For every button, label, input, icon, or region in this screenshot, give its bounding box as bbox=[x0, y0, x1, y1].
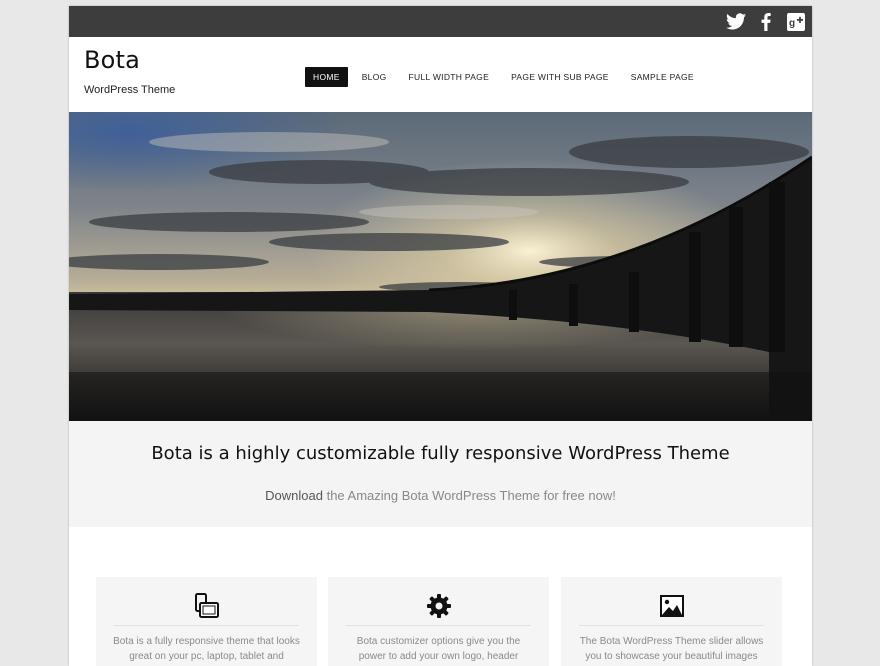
feature-divider bbox=[346, 625, 531, 626]
nav-item-sample-page[interactable]: SAMPLE PAGE bbox=[623, 67, 702, 87]
feature-customizer: Bota customizer options give you the pow… bbox=[328, 577, 549, 666]
top-social-bar: g bbox=[69, 6, 812, 37]
nav-item-page-with-sub-page[interactable]: PAGE WITH SUB PAGE bbox=[503, 67, 617, 87]
site-header: Bota WordPress Theme HOME BLOG FULL WIDT… bbox=[69, 37, 812, 107]
gear-icon bbox=[328, 591, 549, 621]
site-tagline: WordPress Theme bbox=[84, 84, 176, 96]
devices-icon bbox=[96, 591, 317, 621]
page-container: g Bota WordPress Theme HOME BLOG FULL WI… bbox=[69, 6, 812, 666]
features-section: Bota is a fully responsive theme that lo… bbox=[69, 527, 812, 666]
cta-subtitle: Download the Amazing Bota WordPress Them… bbox=[69, 488, 812, 503]
facebook-icon[interactable] bbox=[756, 12, 776, 32]
site-title[interactable]: Bota bbox=[84, 46, 140, 74]
twitter-icon[interactable] bbox=[726, 12, 746, 32]
nav-item-home[interactable]: HOME bbox=[305, 67, 348, 87]
cta-title: Bota is a highly customizable fully resp… bbox=[151, 443, 730, 464]
download-link[interactable]: Download bbox=[265, 488, 323, 503]
feature-divider bbox=[579, 625, 764, 626]
hero-slider-image bbox=[69, 112, 812, 421]
nav-item-blog[interactable]: BLOG bbox=[354, 67, 395, 87]
feature-responsive: Bota is a fully responsive theme that lo… bbox=[96, 577, 317, 666]
feature-divider bbox=[114, 625, 299, 626]
feature-slider: The Bota WordPress Theme slider allows y… bbox=[561, 577, 782, 666]
call-to-action: Bota is a highly customizable fully resp… bbox=[69, 421, 812, 527]
svg-text:g: g bbox=[789, 18, 795, 29]
main-navigation: HOME BLOG FULL WIDTH PAGE PAGE WITH SUB … bbox=[305, 67, 708, 87]
nav-item-full-width-page[interactable]: FULL WIDTH PAGE bbox=[401, 67, 498, 87]
google-plus-icon[interactable]: g bbox=[786, 12, 806, 32]
cta-subtitle-text: the Amazing Bota WordPress Theme for fre… bbox=[322, 488, 616, 503]
image-icon bbox=[561, 591, 782, 621]
